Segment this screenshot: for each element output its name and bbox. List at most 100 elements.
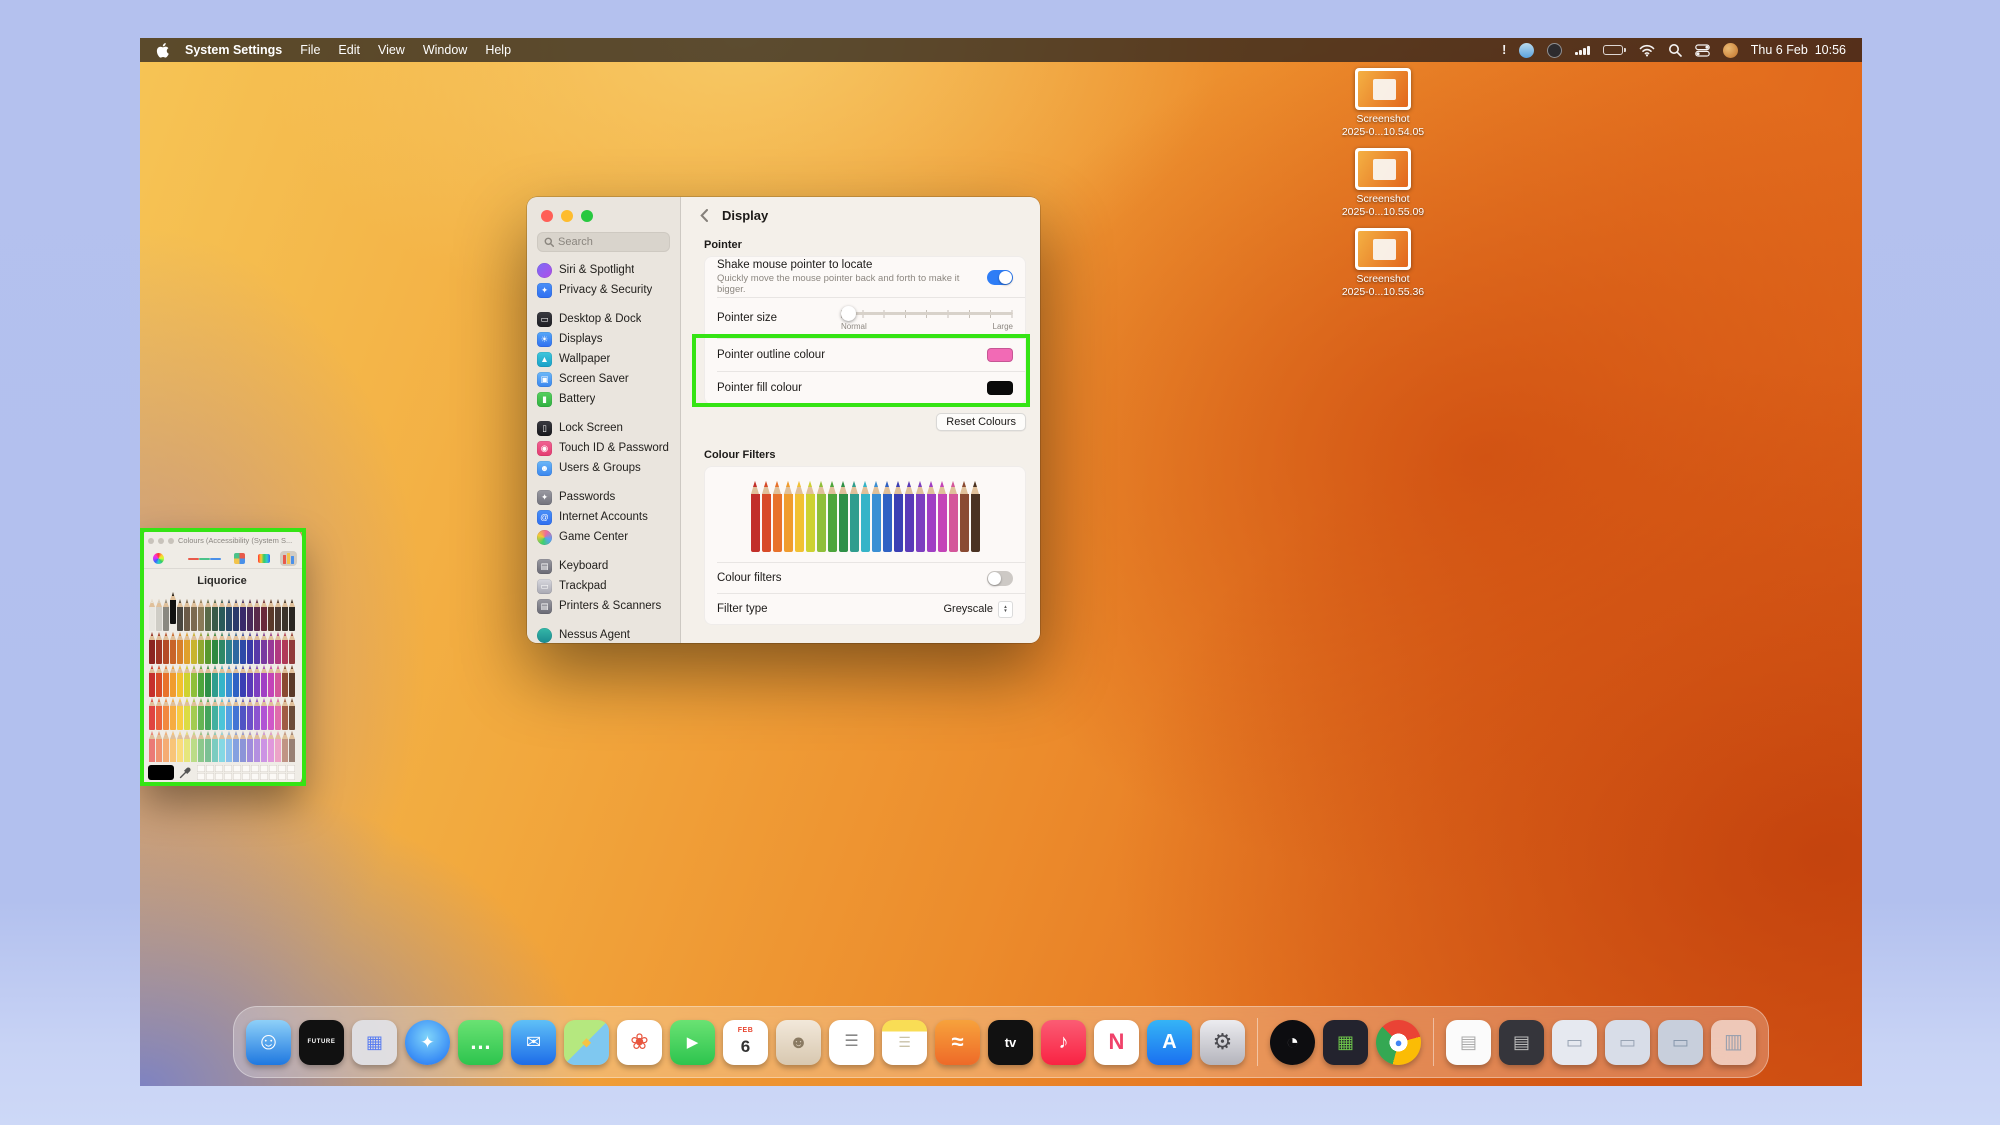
pencil[interactable] — [198, 665, 205, 698]
pencil[interactable] — [184, 665, 191, 698]
pencil[interactable] — [282, 698, 289, 731]
pencil[interactable] — [163, 731, 170, 762]
dock-music[interactable]: ♪ — [1041, 1020, 1086, 1065]
pencil[interactable] — [219, 698, 226, 731]
pencil[interactable] — [233, 665, 240, 698]
pencil[interactable] — [184, 731, 191, 762]
swatch-cell[interactable] — [206, 765, 214, 772]
swatch-cell[interactable] — [287, 765, 295, 772]
sidebar-item-nessus-agent[interactable]: Nessus Agent — [533, 625, 674, 643]
pencil[interactable] — [275, 665, 282, 698]
desktop-icon-screenshot-2[interactable]: Screenshot2025-0...10.55.09 — [1321, 148, 1445, 219]
sidebar-item-touch-id-password[interactable]: ◉Touch ID & Password — [533, 438, 674, 458]
swatch-cell[interactable] — [215, 765, 223, 772]
pencil[interactable] — [247, 599, 254, 632]
filter-type-select[interactable]: Greyscale ▲▼ — [943, 601, 1013, 618]
pencil[interactable] — [247, 698, 254, 731]
pencil[interactable] — [240, 632, 247, 665]
close-button[interactable] — [148, 538, 154, 544]
pencil[interactable] — [247, 731, 254, 762]
pencil-palette[interactable] — [142, 591, 302, 762]
pencil[interactable] — [170, 665, 177, 698]
dock-news[interactable]: N — [1094, 1020, 1139, 1065]
reset-colours-button[interactable]: Reset Colours — [936, 413, 1026, 431]
pencil[interactable] — [226, 665, 233, 698]
dock-launchpad[interactable]: ▦ — [352, 1020, 397, 1065]
pointer-fill-colour-swatch[interactable] — [987, 381, 1013, 395]
minimize-button[interactable] — [158, 538, 164, 544]
signal-bars-icon[interactable] — [1575, 46, 1590, 55]
pencil[interactable] — [198, 731, 205, 762]
pencil[interactable] — [219, 599, 226, 632]
sidebar-item-screen-saver[interactable]: ▣Screen Saver — [533, 369, 674, 389]
pencil[interactable] — [282, 731, 289, 762]
pencil[interactable] — [233, 599, 240, 632]
apple-menu-icon[interactable] — [156, 43, 169, 58]
back-button[interactable] — [695, 204, 713, 226]
sidebar-item-privacy-security[interactable]: ✦Privacy & Security — [533, 280, 674, 300]
pencil[interactable] — [149, 731, 156, 762]
pencil[interactable] — [261, 731, 268, 762]
pencil[interactable] — [268, 599, 275, 632]
pencil[interactable] — [156, 665, 163, 698]
menu-view[interactable]: View — [378, 43, 405, 57]
dock-clock[interactable]: ◔ — [1270, 1020, 1315, 1065]
pencil[interactable] — [268, 731, 275, 762]
pencil[interactable] — [275, 698, 282, 731]
pencil[interactable] — [289, 731, 296, 762]
pencil[interactable] — [184, 599, 191, 632]
swatch-cell[interactable] — [269, 773, 277, 780]
sidebar-item-users-groups[interactable]: ☻Users & Groups — [533, 458, 674, 478]
pencil[interactable] — [268, 698, 275, 731]
color-wheel-icon[interactable] — [150, 551, 167, 566]
pencil[interactable] — [289, 632, 296, 665]
pencil[interactable] — [275, 632, 282, 665]
desktop-icon-screenshot-1[interactable]: Screenshot2025-0...10.54.05 — [1321, 68, 1445, 139]
slider-knob[interactable] — [841, 306, 856, 321]
pencil[interactable] — [177, 731, 184, 762]
record-icon[interactable] — [1547, 43, 1562, 58]
swatch-cell[interactable] — [260, 773, 268, 780]
sidebar-item-game-center[interactable]: Game Center — [533, 527, 674, 547]
pencil[interactable] — [212, 632, 219, 665]
dock-notes[interactable]: ☰ — [882, 1020, 927, 1065]
sidebar-item-battery[interactable]: ▮Battery — [533, 389, 674, 409]
exclamation-icon[interactable]: ! — [1502, 43, 1506, 57]
swatch-cell[interactable] — [242, 773, 250, 780]
pencil[interactable] — [212, 731, 219, 762]
pencil[interactable] — [226, 599, 233, 632]
pencil[interactable] — [149, 599, 156, 632]
pencil[interactable] — [205, 698, 212, 731]
color-pencils-icon[interactable] — [280, 551, 297, 566]
sidebar-item-wallpaper[interactable]: ▲Wallpaper — [533, 349, 674, 369]
sidebar-item-siri-spotlight[interactable]: Siri & Spotlight — [533, 260, 674, 280]
swatch-cell[interactable] — [269, 765, 277, 772]
dock-maps[interactable]: ◆ — [564, 1020, 609, 1065]
control-center-icon[interactable] — [1695, 44, 1710, 57]
pencil[interactable] — [219, 731, 226, 762]
menu-help[interactable]: Help — [485, 43, 511, 57]
dock-contacts[interactable]: ☻ — [776, 1020, 821, 1065]
dock-window-thumb-1[interactable]: ▭ — [1552, 1020, 1597, 1065]
sidebar-item-passwords[interactable]: ✦Passwords — [533, 487, 674, 507]
minimize-button[interactable] — [561, 210, 573, 222]
dock-apple-tv[interactable]: tv — [988, 1020, 1033, 1065]
pencil[interactable] — [261, 665, 268, 698]
menubar-app-name[interactable]: System Settings — [185, 43, 282, 57]
swatch-cell[interactable] — [224, 773, 232, 780]
color-palette-icon[interactable] — [231, 551, 248, 566]
pencil[interactable] — [240, 698, 247, 731]
sidebar-item-internet-accounts[interactable]: @Internet Accounts — [533, 507, 674, 527]
spotlight-search-icon[interactable] — [1668, 43, 1682, 57]
dock-widgets-app[interactable]: ▦ — [1323, 1020, 1368, 1065]
pencil[interactable] — [170, 731, 177, 762]
swatch-cell[interactable] — [242, 765, 250, 772]
pencil[interactable] — [261, 698, 268, 731]
pencil[interactable] — [198, 698, 205, 731]
pencil[interactable] — [191, 698, 198, 731]
swatch-cell[interactable] — [233, 765, 241, 772]
swatch-cell[interactable] — [197, 765, 205, 772]
pencil[interactable] — [219, 665, 226, 698]
pencil[interactable] — [205, 599, 212, 632]
menu-file[interactable]: File — [300, 43, 320, 57]
